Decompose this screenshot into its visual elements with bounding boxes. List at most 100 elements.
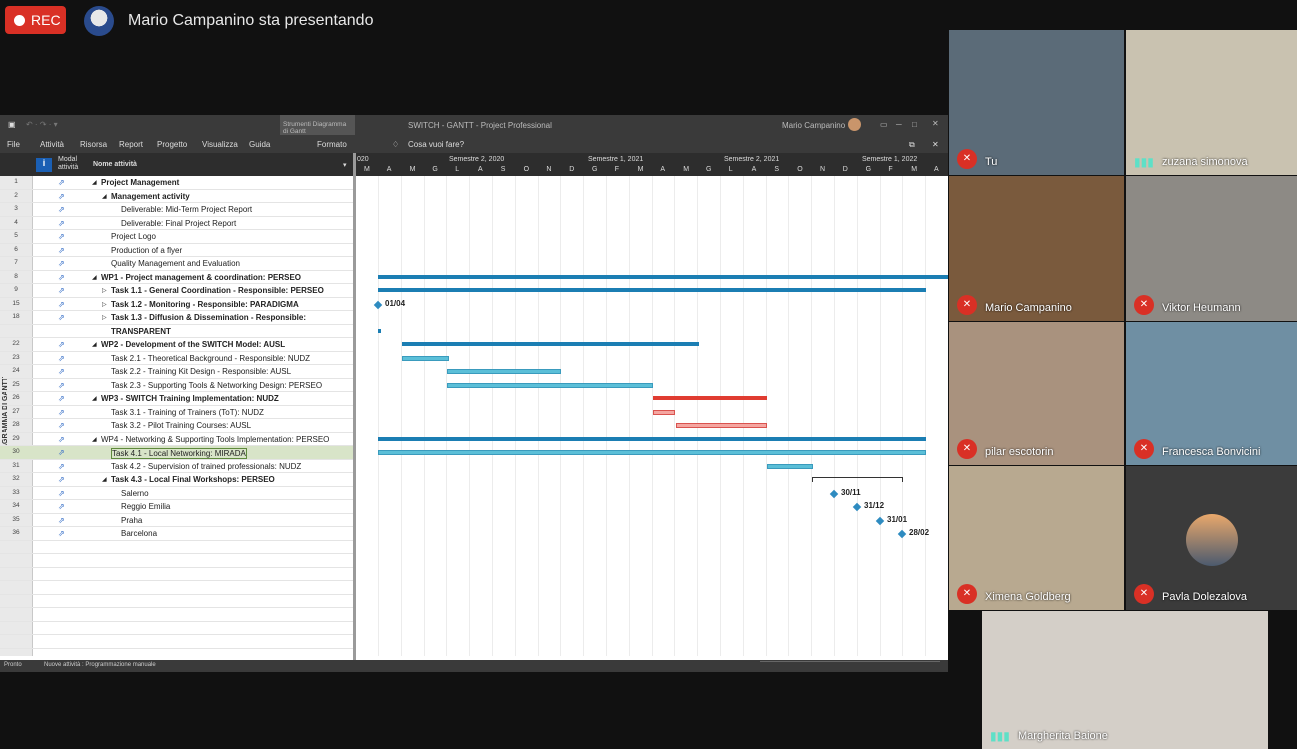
participant-tile[interactable]: ▮▮▮ Margherita Baione	[982, 611, 1268, 749]
task-row[interactable]: 27 ⇗ Task 3.1 - Training of Trainers (ToT)…	[0, 406, 353, 419]
close-icon[interactable]: ✕	[932, 119, 939, 128]
menu-report[interactable]: Report	[119, 140, 143, 149]
close-pane-icon[interactable]: ✕	[932, 140, 939, 149]
empty-row[interactable]	[0, 622, 353, 635]
expand-toggle-icon[interactable]: ◢	[102, 476, 107, 483]
mode-column-header[interactable]: Modal attività	[58, 156, 88, 172]
task-row[interactable]: 22 ⇗ ◢ WP2 - Development of the SWITCH Mode…	[0, 338, 353, 352]
task-row[interactable]: 8 ⇗ ◢ WP1 - Project management & coordinati…	[0, 271, 353, 284]
menu-formato[interactable]: Formato	[317, 140, 347, 149]
menu-risorsa[interactable]: Risorsa	[80, 140, 107, 149]
expand-toggle-icon[interactable]: ◢	[92, 395, 97, 402]
task-row[interactable]: 25 ⇗ Task 2.3 - Supporting Tools & Network…	[0, 379, 353, 392]
menu-guida[interactable]: Guida	[249, 140, 270, 149]
view-zoom-controls[interactable]	[760, 661, 940, 670]
task-row[interactable]: 2 ⇗ ◢ Management activity	[0, 190, 353, 203]
task-row[interactable]: 1 ⇗ ◢ Project Management	[0, 176, 353, 190]
maximize-icon[interactable]: □	[912, 120, 917, 129]
task-row[interactable]: 15 ⇗ ▷ Task 1.2 - Monitoring - Responsible:…	[0, 298, 353, 311]
task-row[interactable]: 6 ⇗ Production of a flyer	[0, 244, 353, 257]
menu-progetto[interactable]: Progetto	[157, 140, 187, 149]
participant-tile[interactable]: ✕ Pavla Dolezalova	[1126, 466, 1297, 610]
summary-bar[interactable]	[378, 288, 926, 292]
expand-toggle-icon[interactable]: ◢	[92, 436, 97, 443]
participant-tile[interactable]: ✕ Viktor Heumann	[1126, 176, 1297, 321]
task-row[interactable]: 28 ⇗ Task 3.2 - Pilot Training Courses: AU…	[0, 419, 353, 433]
tell-me-box[interactable]: Cosa vuoi fare?	[408, 140, 464, 149]
empty-row[interactable]	[0, 554, 353, 568]
empty-row[interactable]	[0, 581, 353, 595]
menu-visualizza[interactable]: Visualizza	[202, 140, 238, 149]
task-row[interactable]: 32 ⇗ ◢ Task 4.3 - Local Final Workshops: PE…	[0, 473, 353, 487]
empty-row[interactable]	[0, 595, 353, 608]
task-row[interactable]: 34 ⇗ Reggio Emilia	[0, 500, 353, 514]
milestone-marker[interactable]	[897, 529, 907, 539]
critical-task-bar[interactable]	[653, 409, 675, 415]
menu-attivita[interactable]: Attività	[40, 140, 64, 149]
task-row[interactable]: 33 ⇗ Salerno	[0, 487, 353, 500]
expand-toggle-icon[interactable]: ▷	[102, 287, 107, 294]
task-row[interactable]: 24 ⇗ Task 2.2 - Training Kit Design - Resp…	[0, 365, 353, 379]
save-icon[interactable]: ▣	[8, 120, 16, 129]
restore-icon[interactable]: ⧉	[909, 140, 915, 150]
summary-bar[interactable]	[402, 342, 699, 346]
task-row[interactable]: 4 ⇗ Deliverable: Final Project Report	[0, 217, 353, 230]
milestone-marker[interactable]	[875, 516, 885, 525]
task-row[interactable]: 18 ⇗ ▷ Task 1.3 - Diffusion & Dissemination…	[0, 311, 353, 325]
minimize-icon[interactable]: ─	[896, 120, 902, 129]
expand-toggle-icon[interactable]: ◢	[92, 274, 97, 281]
summary-bar[interactable]	[378, 328, 381, 333]
milestone-marker[interactable]	[829, 489, 839, 498]
empty-row[interactable]	[0, 608, 353, 622]
expand-toggle-icon[interactable]: ◢	[92, 179, 97, 186]
task-row[interactable]: 3 ⇗ Deliverable: Mid-Term Project Report	[0, 203, 353, 217]
milestone-marker[interactable]	[373, 300, 383, 309]
task-row[interactable]: 7 ⇗ Quality Management and Evaluation	[0, 257, 353, 271]
task-row[interactable]: 31 ⇗ Task 4.2 - Supervision of trained pro…	[0, 460, 353, 473]
empty-row[interactable]	[0, 541, 353, 554]
task-bar[interactable]	[402, 355, 449, 361]
column-dropdown-icon[interactable]: ▾	[343, 161, 347, 169]
undo-icon[interactable]: ↶ · ↷ · ▾	[26, 120, 58, 129]
task-row[interactable]: 35 ⇗ Praha	[0, 514, 353, 527]
task-bar[interactable]	[447, 369, 561, 374]
status-mode[interactable]: Nuove attività : Programmazione manuale	[44, 662, 156, 668]
user-avatar[interactable]	[848, 118, 861, 131]
gantt-tools-tab[interactable]: Strumenti Diagramma di Gantt	[280, 115, 355, 135]
task-name: Production of a flyer	[111, 245, 183, 255]
participant-tile[interactable]: ✕ Mario Campanino	[949, 176, 1124, 321]
summary-bar[interactable]	[378, 436, 926, 441]
task-row[interactable]: 26 ⇗ ◢ WP3 - SWITCH Training Implementation…	[0, 392, 353, 406]
ribbon-options-icon[interactable]: ▭	[880, 120, 888, 129]
task-row[interactable]: 30 ⇗ Task 4.1 - Local Networking: MIRADA	[0, 446, 353, 460]
participant-tile[interactable]: ✕ Tu	[949, 30, 1124, 175]
empty-row[interactable]	[0, 568, 353, 581]
name-column-header[interactable]: Nome attività	[93, 161, 137, 168]
summary-bar[interactable]	[378, 274, 948, 279]
empty-row[interactable]	[0, 635, 353, 649]
critical-summary-bar[interactable]	[653, 396, 767, 400]
task-row[interactable]: 9 ⇗ ▷ Task 1.1 - General Coordination - Res…	[0, 284, 353, 298]
task-row[interactable]: TRANSPARENT	[0, 325, 353, 338]
task-row[interactable]: 23 ⇗ Task 2.1 - Theoretical Background - R…	[0, 352, 353, 365]
expand-toggle-icon[interactable]: ◢	[102, 193, 107, 200]
participant-tile[interactable]: ▮▮▮ zuzana simonova	[1126, 30, 1297, 175]
task-mode-icon: ⇗	[58, 353, 65, 363]
gantt-chart: 01/04 30/11 31/12 31/01 28/02	[356, 176, 948, 656]
task-row[interactable]: 29 ⇗ ◢ WP4 - Networking & Supporting Tools …	[0, 433, 353, 446]
task-row[interactable]: 36 ⇗ Barcelona	[0, 527, 353, 541]
critical-task-bar[interactable]	[676, 423, 767, 428]
task-bar[interactable]	[447, 382, 653, 388]
participant-tile[interactable]: ✕ Ximena Goldberg	[949, 466, 1124, 610]
menu-file[interactable]: File	[7, 140, 20, 149]
task-row[interactable]: 5 ⇗ Project Logo	[0, 230, 353, 244]
task-name: WP3 - SWITCH Training Implementation: NU…	[101, 394, 279, 403]
task-bar[interactable]	[378, 450, 926, 455]
participant-tile[interactable]: ✕ pilar escotorin	[949, 322, 1124, 465]
expand-toggle-icon[interactable]: ▷	[102, 314, 107, 321]
milestone-marker[interactable]	[852, 502, 862, 512]
task-bar[interactable]	[767, 463, 813, 469]
participant-tile[interactable]: ✕ Francesca Bonvicini	[1126, 322, 1297, 465]
expand-toggle-icon[interactable]: ▷	[102, 301, 107, 308]
expand-toggle-icon[interactable]: ◢	[92, 341, 97, 348]
